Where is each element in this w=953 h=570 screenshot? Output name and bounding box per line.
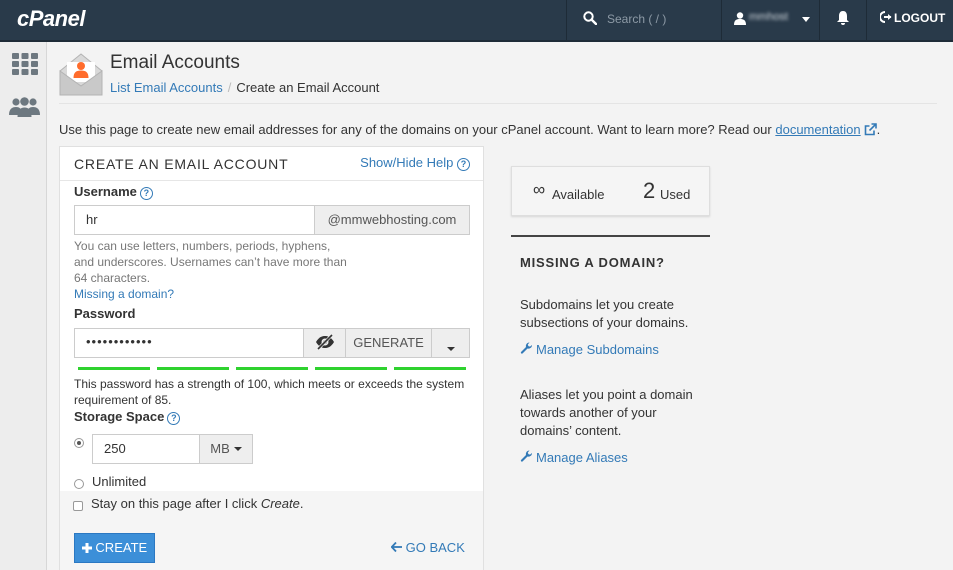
email-envelope-icon — [59, 53, 103, 96]
help-toggle-label: Show/Hide Help — [360, 155, 454, 170]
breadcrumb-separator: / — [227, 80, 232, 95]
sidebar-divider — [511, 235, 710, 237]
storage-label: Storage Space — [74, 409, 165, 424]
breadcrumb-list-email-accounts[interactable]: List Email Accounts — [110, 80, 223, 95]
global-search[interactable]: Search ( / ) — [566, 0, 721, 40]
storage-unlimited-radio[interactable] — [74, 479, 84, 489]
create-email-account-panel: CREATE AN EMAIL ACCOUNT Show/Hide Help ?… — [59, 146, 484, 570]
strength-meter-segment — [78, 367, 150, 370]
storage-quota-input[interactable]: 250 — [92, 434, 200, 464]
unlimited-label: Unlimited — [92, 474, 147, 489]
infinity-symbol: ∞ — [533, 180, 546, 199]
stay-label-create: Create — [260, 496, 300, 511]
bell-icon — [837, 11, 849, 25]
manage-aliases-link[interactable]: Manage Aliases — [520, 450, 628, 465]
username-label: mmhost — [749, 11, 789, 23]
apps-grid-icon[interactable] — [12, 53, 38, 75]
search-input[interactable]: Search ( / ) — [607, 12, 666, 26]
header-divider — [59, 103, 937, 104]
storage-limited-radio[interactable] — [74, 438, 84, 448]
panel-footer: Stay on this page after I click Create. … — [60, 491, 483, 570]
user-menu[interactable]: mmhost — [721, 0, 819, 40]
plus-icon — [81, 543, 92, 553]
left-sidebar — [0, 42, 47, 570]
panel-title: CREATE AN EMAIL ACCOUNT — [74, 156, 289, 172]
intro-suffix: . — [876, 122, 881, 137]
documentation-link[interactable]: documentation — [775, 122, 860, 137]
username-input[interactable]: hr — [74, 205, 315, 235]
subdomains-description: Subdomains let you create subsections of… — [520, 297, 689, 330]
storage-label-row: Storage Space? — [74, 409, 181, 425]
stay-on-page-label: Stay on this page after I click Create. — [91, 496, 303, 511]
wrench-icon — [520, 342, 533, 354]
username-help-line: 64 characters. — [74, 271, 151, 285]
create-button[interactable]: CREATE — [74, 533, 155, 563]
question-circle-icon: ? — [457, 158, 470, 171]
stay-on-page-checkbox[interactable] — [73, 501, 83, 511]
top-navigation-bar: cPanel Search ( / ) mmhost LOGOUT — [0, 0, 953, 42]
external-link-icon[interactable] — [864, 123, 877, 136]
notifications-button[interactable] — [819, 0, 866, 40]
page-title: Email Accounts — [110, 52, 240, 73]
breadcrumb: List Email Accounts / Create an Email Acco… — [110, 80, 379, 95]
caret-down-icon — [233, 447, 242, 451]
logout-icon — [880, 11, 892, 23]
strength-meter-segment — [236, 367, 308, 370]
strength-meter-segment — [394, 367, 466, 370]
toggle-password-visibility-button[interactable] — [303, 328, 346, 358]
available-label: Available — [552, 187, 605, 202]
stay-label-suffix: . — [299, 496, 304, 511]
wrench-icon — [520, 450, 533, 462]
username-label-row: Username? — [74, 184, 153, 200]
cpanel-logo[interactable]: cPanel — [17, 6, 85, 32]
password-strength-message: This password has a strength of 100, whi… — [74, 377, 465, 407]
go-back-link[interactable]: GO BACK — [390, 540, 465, 555]
generate-options-dropdown[interactable] — [431, 328, 470, 358]
username-label: Username — [74, 184, 137, 199]
search-icon — [583, 11, 597, 25]
show-hide-help-toggle[interactable]: Show/Hide Help ? — [360, 155, 470, 171]
aliases-description: Aliases let you point a domain towards a… — [520, 387, 693, 438]
strength-meter-segment — [315, 367, 387, 370]
username-help-line: and underscores. Usernames can’t have mo… — [74, 255, 347, 269]
logout-label: LOGOUT — [894, 11, 946, 25]
manage-aliases-label: Manage Aliases — [536, 450, 628, 465]
account-usage-stats: ∞ Available 2 Used — [511, 166, 710, 216]
manage-subdomains-label: Manage Subdomains — [536, 342, 659, 357]
storage-unit-select[interactable]: MB — [199, 434, 253, 464]
missing-domain-heading: MISSING A DOMAIN? — [520, 255, 665, 270]
domain-suffix: @mmwebhosting.com — [314, 205, 470, 235]
username-help: You can use letters, numbers, periods, h… — [74, 238, 347, 286]
panel-header: CREATE AN EMAIL ACCOUNT Show/Hide Help ? — [60, 147, 483, 181]
used-count: 2 — [643, 178, 656, 203]
password-label: Password — [74, 306, 136, 321]
strength-meter-segment — [157, 367, 229, 370]
intro-sentence: Use this page to create new email addres… — [59, 122, 776, 137]
users-icon[interactable] — [9, 97, 40, 117]
user-icon — [734, 12, 746, 25]
storage-help-icon[interactable]: ? — [167, 412, 181, 425]
chevron-down-icon — [802, 17, 810, 22]
used-label: Used — [660, 187, 691, 202]
manage-subdomains-link[interactable]: Manage Subdomains — [520, 342, 659, 357]
storage-unit-label: MB — [210, 441, 230, 456]
breadcrumb-current: Create an Email Account — [236, 80, 380, 95]
username-help-line: You can use letters, numbers, periods, h… — [74, 239, 331, 253]
missing-domain-link[interactable]: Missing a domain? — [74, 287, 174, 301]
go-back-label: GO BACK — [405, 540, 465, 555]
password-input[interactable]: •••••••••••• — [74, 328, 304, 358]
caret-down-icon — [446, 347, 455, 351]
arrow-left-icon — [390, 541, 402, 553]
logout-button[interactable]: LOGOUT — [866, 0, 953, 40]
username-help-icon[interactable]: ? — [139, 187, 153, 200]
eye-slash-icon — [315, 333, 334, 351]
generate-password-button[interactable]: GENERATE — [345, 328, 432, 358]
create-label: CREATE — [95, 540, 148, 555]
stay-label-prefix: Stay on this page after I click — [91, 496, 261, 511]
intro-text: Use this page to create new email addres… — [59, 122, 880, 137]
